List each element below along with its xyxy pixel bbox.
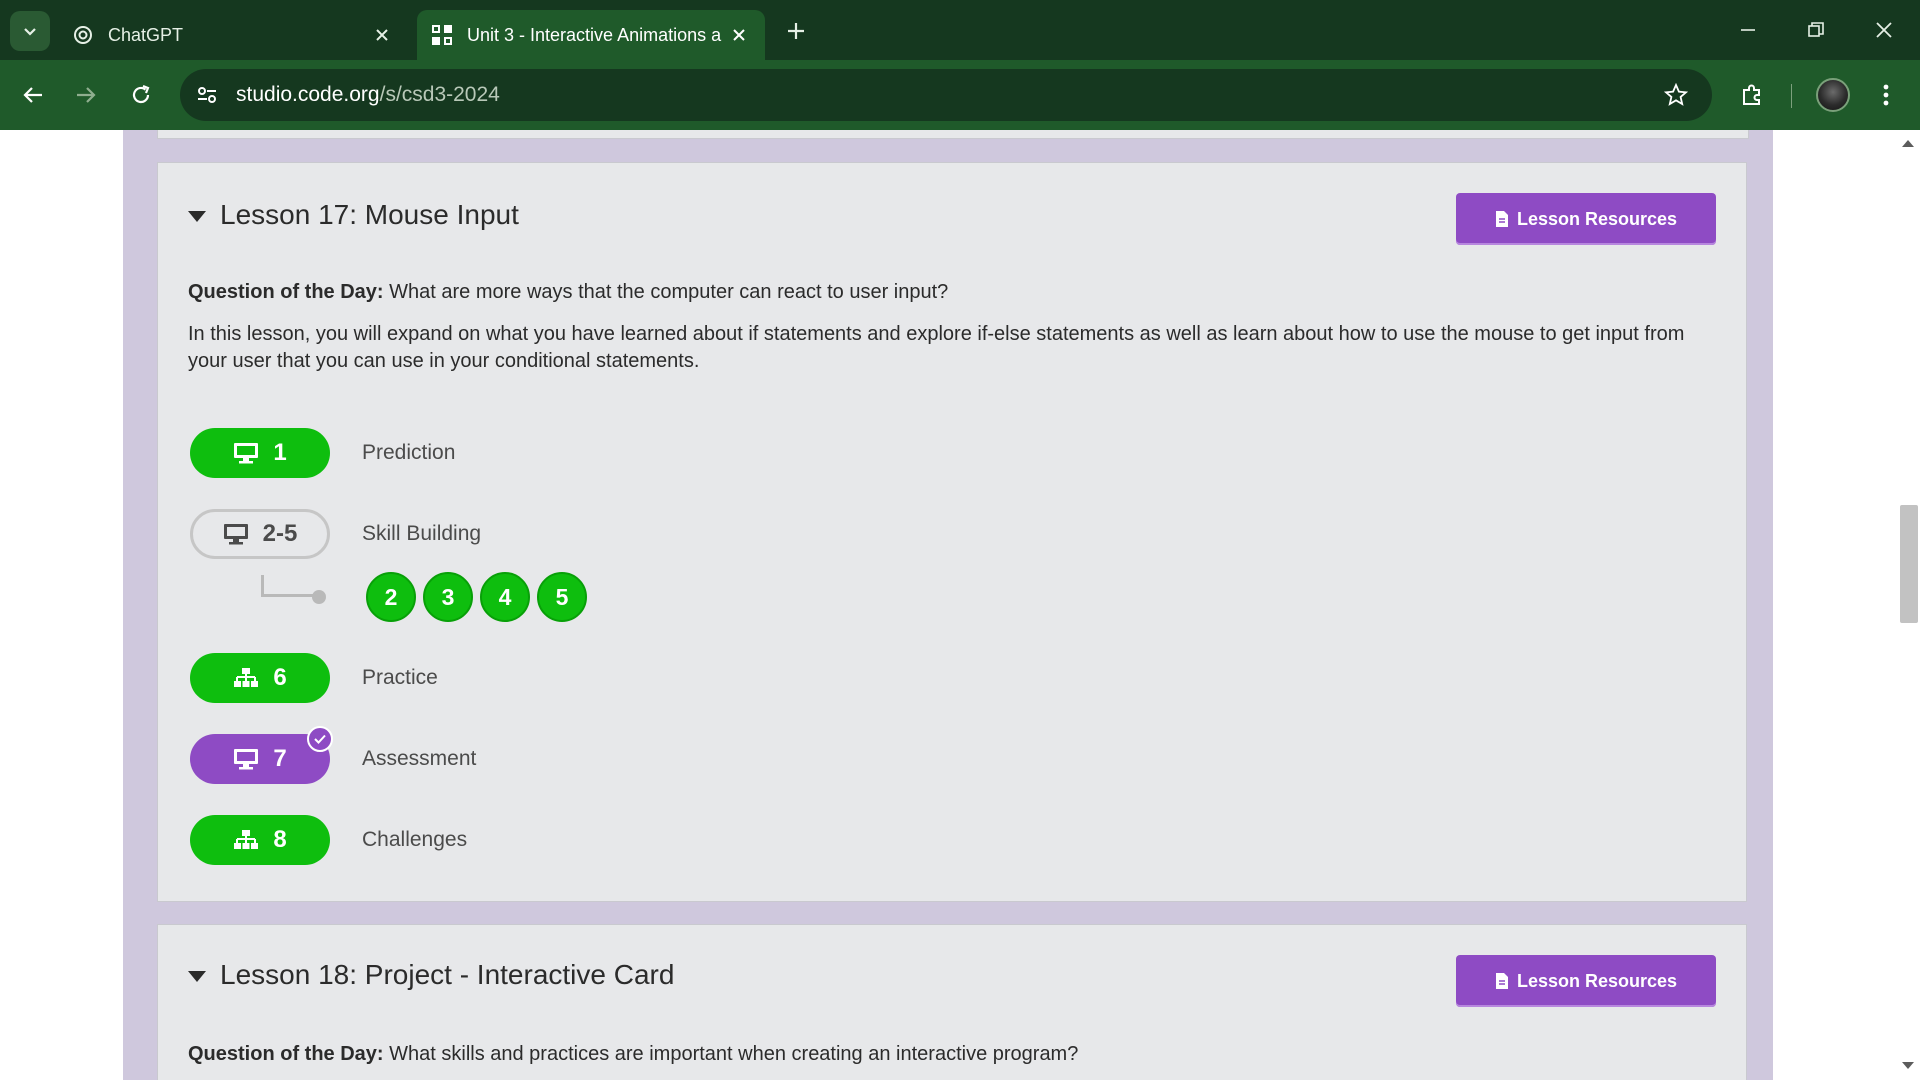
page-scrollbar[interactable]	[1898, 130, 1920, 1080]
arrow-left-icon	[23, 87, 42, 103]
monitor-icon	[233, 748, 259, 770]
url-text: studio.code.org/s/csd3-2024	[236, 83, 1658, 107]
address-bar[interactable]: studio.code.org/s/csd3-2024	[180, 69, 1712, 121]
tab-chatgpt[interactable]: ChatGPT	[58, 10, 408, 60]
question-of-the-day: Question of the Day: What are more ways …	[188, 281, 948, 304]
puzzle-icon	[1743, 84, 1760, 105]
lesson-title: Lesson 18: Project - Interactive Card	[220, 959, 675, 990]
level-number: 6	[273, 664, 287, 691]
question-of-the-day: Question of the Day: What skills and pra…	[188, 1043, 1078, 1066]
level-number: 2-5	[262, 520, 298, 547]
close-icon	[1876, 22, 1892, 38]
arrow-right-icon	[77, 87, 96, 103]
level-number: 8	[273, 826, 287, 853]
qotd-label: Question of the Day:	[188, 1043, 384, 1065]
browser-tab-bar: ChatGPT Unit 3 - Interactive Animations …	[0, 0, 1920, 60]
browser-toolbar: studio.code.org/s/csd3-2024	[0, 60, 1920, 130]
caret-down-icon[interactable]	[188, 970, 206, 982]
browser-menu-button[interactable]	[1866, 75, 1906, 115]
new-tab-button[interactable]	[779, 14, 813, 48]
qotd-label: Question of the Day:	[188, 281, 384, 303]
extensions-button[interactable]	[1732, 75, 1772, 115]
hierarchy-icon	[233, 829, 259, 851]
checkmark-icon	[307, 726, 333, 752]
lesson-header[interactable]: Lesson 18: Project - Interactive Card	[188, 959, 674, 991]
qotd-text: What skills and practices are important …	[383, 1043, 1079, 1065]
sublevel-list: 2 3 4 5	[366, 572, 594, 622]
tab-title: ChatGPT	[108, 24, 184, 45]
qotd-text: What are more ways that the computer can…	[383, 281, 949, 303]
tab-unit-3[interactable]: Unit 3 - Interactive Animations a	[417, 10, 765, 60]
level-label: Skill Building	[362, 522, 482, 545]
lesson-resources-label: Lesson Resources	[1516, 970, 1678, 991]
hierarchy-icon	[233, 667, 259, 689]
plus-icon	[788, 23, 804, 39]
more-vertical-icon	[1883, 84, 1889, 106]
reload-button[interactable]	[121, 75, 161, 115]
level-bubble-1[interactable]: 1	[190, 428, 330, 478]
level-bubble-7[interactable]: 7	[190, 726, 333, 784]
monitor-icon	[233, 442, 259, 464]
lesson-resources-label: Lesson Resources	[1516, 208, 1678, 229]
profile-button[interactable]	[1813, 75, 1853, 115]
tab-title: Unit 3 - Interactive Animations a	[467, 24, 722, 45]
level-bubble-6[interactable]: 6	[190, 653, 330, 703]
document-icon	[1495, 972, 1509, 990]
minimize-icon	[1741, 29, 1755, 31]
tab-search-button[interactable]	[10, 11, 50, 51]
sublevel-dot-3[interactable]: 3	[423, 572, 473, 622]
restore-icon	[1808, 22, 1824, 37]
url-host: studio.code.org	[236, 83, 380, 106]
sublevel-dot-2[interactable]: 2	[366, 572, 416, 622]
monitor-icon	[223, 523, 249, 545]
forward-button[interactable]	[66, 75, 106, 115]
back-button[interactable]	[13, 75, 53, 115]
scroll-up-arrow-icon[interactable]	[1902, 140, 1914, 147]
lesson-description: In this lesson, you will expand on what …	[188, 323, 1685, 372]
toolbar-divider	[1791, 84, 1792, 108]
level-label: Assessment	[362, 747, 477, 770]
lesson-resources-button[interactable]: Lesson Resources	[1456, 193, 1716, 245]
minimize-button[interactable]	[1720, 8, 1776, 52]
level-label: Prediction	[362, 441, 456, 464]
lesson-title: Lesson 17: Mouse Input	[220, 199, 519, 230]
lesson-card-18: Lesson 18: Project - Interactive Card Le…	[157, 924, 1747, 1080]
site-info-icon[interactable]	[194, 82, 220, 108]
sublevel-dot-4[interactable]: 4	[480, 572, 530, 622]
bookmark-star-icon[interactable]	[1658, 77, 1694, 113]
level-bubble-8[interactable]: 8	[190, 815, 330, 865]
level-label: Practice	[362, 666, 438, 689]
close-tab-icon[interactable]	[725, 21, 753, 49]
level-bubble-2-5[interactable]: 2-5	[190, 509, 330, 559]
chevron-down-icon	[24, 28, 36, 36]
level-number: 7	[273, 745, 287, 772]
lesson-resources-button[interactable]: Lesson Resources	[1456, 955, 1716, 1007]
openai-icon	[72, 24, 94, 46]
close-window-button[interactable]	[1856, 8, 1912, 52]
level-number: 1	[273, 439, 287, 466]
sublevel-dot-5[interactable]: 5	[537, 572, 587, 622]
code-org-icon	[431, 24, 453, 46]
avatar	[1816, 78, 1850, 112]
previous-lesson-card	[157, 130, 1749, 139]
page-content: Lesson 17: Mouse Input Lesson Resources …	[0, 130, 1920, 1080]
level-label: Challenges	[362, 828, 468, 851]
reload-icon	[132, 84, 150, 104]
close-tab-icon[interactable]	[368, 21, 396, 49]
lesson-card-17: Lesson 17: Mouse Input Lesson Resources …	[157, 162, 1747, 902]
lesson-header[interactable]: Lesson 17: Mouse Input	[188, 199, 519, 231]
url-path: /s/csd3-2024	[379, 83, 500, 106]
scroll-down-arrow-icon[interactable]	[1902, 1062, 1914, 1069]
sublevel-connector-dot	[312, 590, 326, 604]
restore-button[interactable]	[1788, 8, 1844, 52]
caret-down-icon[interactable]	[188, 210, 206, 222]
scrollbar-thumb[interactable]	[1900, 505, 1918, 623]
document-icon	[1495, 210, 1509, 228]
